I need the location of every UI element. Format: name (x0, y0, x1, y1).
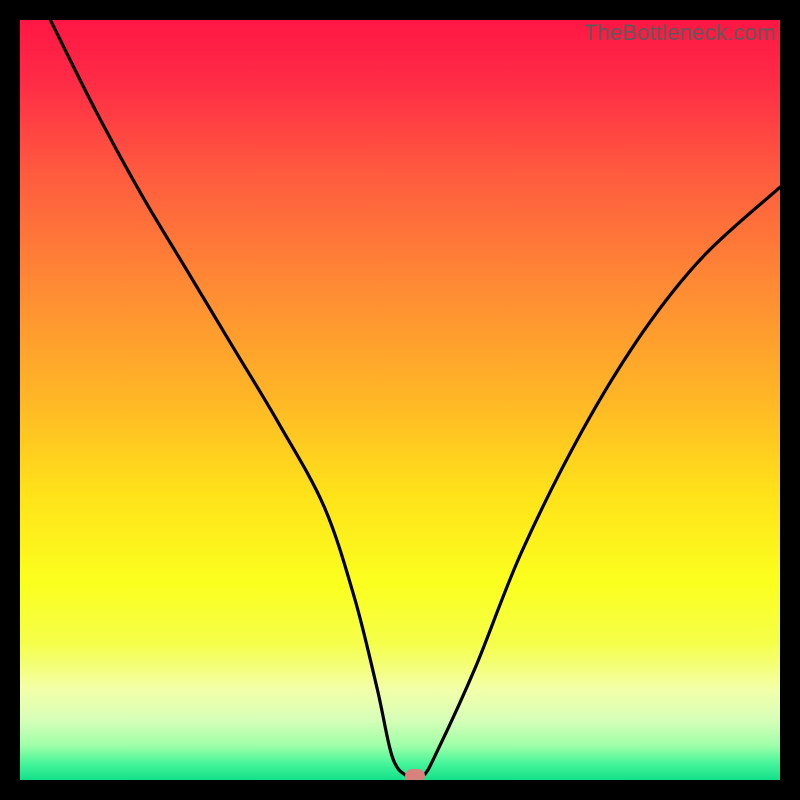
chart-frame: TheBottleneck.com (20, 20, 780, 780)
result-marker (405, 769, 425, 780)
plot-area: TheBottleneck.com (20, 20, 780, 780)
bottleneck-curve (20, 20, 780, 780)
watermark-text: TheBottleneck.com (584, 20, 776, 46)
